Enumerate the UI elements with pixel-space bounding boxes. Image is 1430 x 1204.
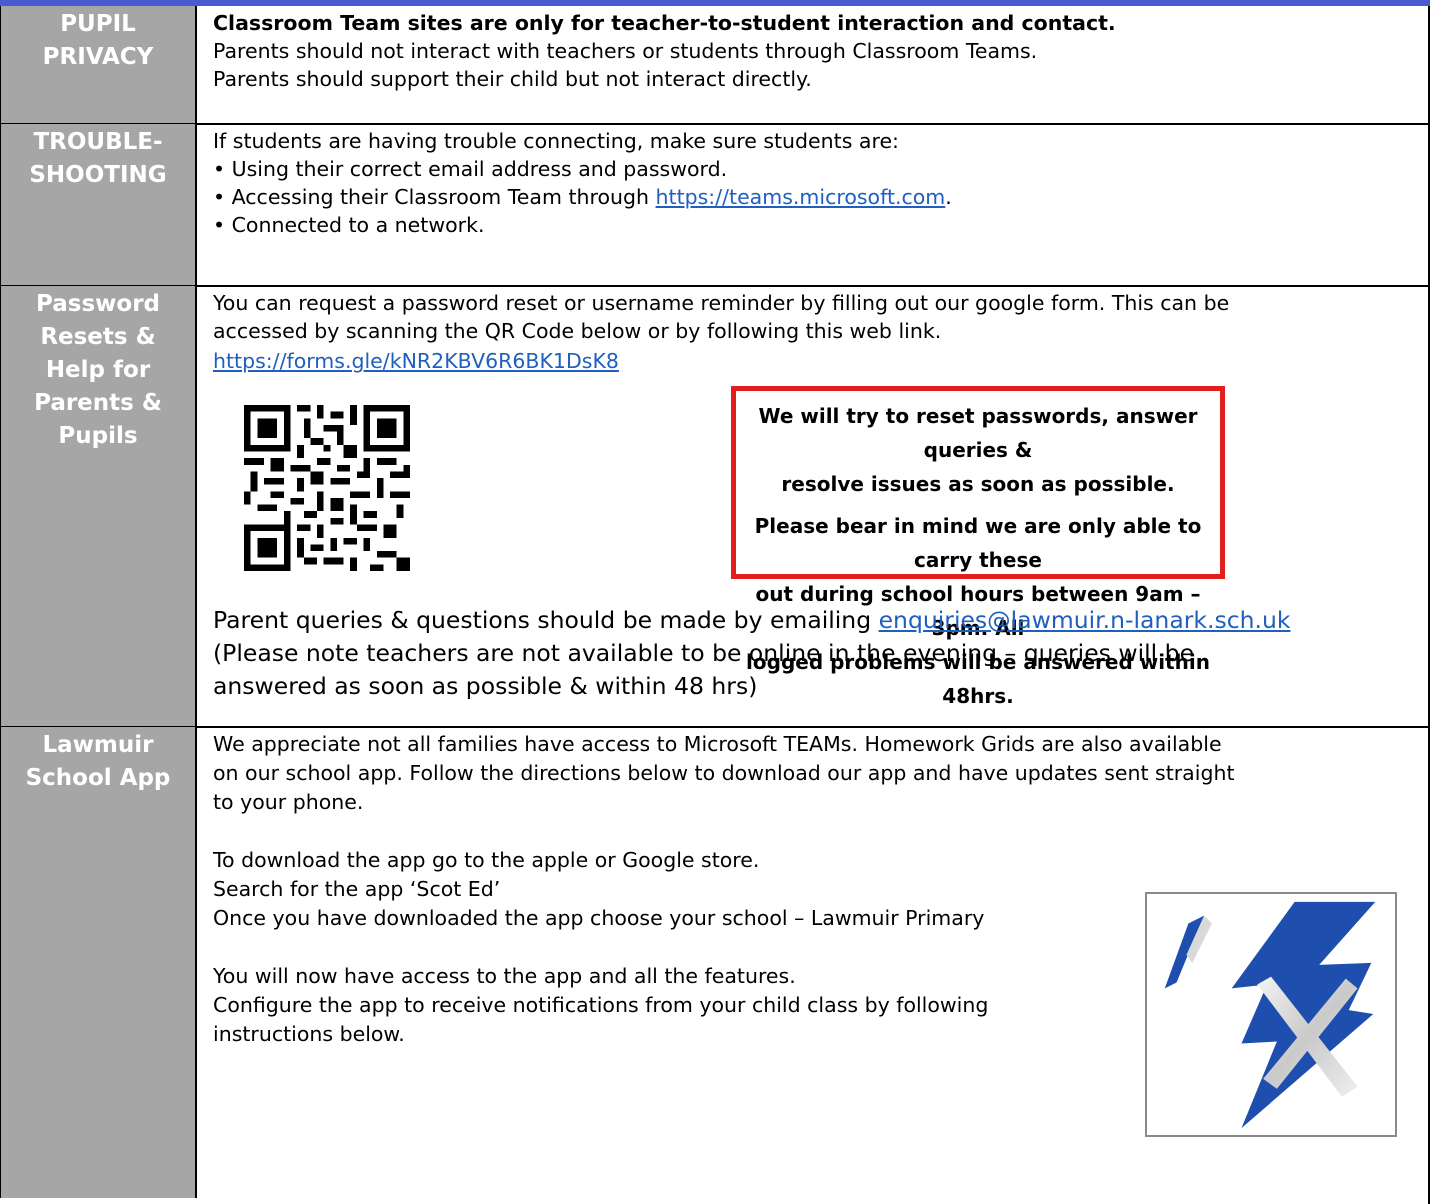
label-pupil-privacy: PUPIL PRIVACY <box>0 6 197 124</box>
scot-ed-logo-icon[interactable] <box>1145 892 1397 1137</box>
note-line: (Please note teachers are not available … <box>213 639 1195 667</box>
label-line: Help for <box>45 357 151 383</box>
info-table: PUPIL PRIVACY Classroom Team sites are o… <box>0 6 1430 1204</box>
app-line: to your phone. <box>213 790 364 814</box>
trouble-intro: If students are having trouble connectin… <box>213 129 899 153</box>
row-pupil-privacy: PUPIL PRIVACY Classroom Team sites are o… <box>0 6 1430 124</box>
trouble-bullet: • Connected to a network. <box>213 213 485 237</box>
label-line: PRIVACY <box>42 44 154 70</box>
label-line: Lawmuir <box>42 732 154 758</box>
label-line: School App <box>25 765 171 791</box>
app-line: We appreciate not all families have acce… <box>213 732 1222 756</box>
label-line: TROUBLE- <box>33 129 163 155</box>
troubleshooting-content: If students are having trouble connectin… <box>213 127 1420 239</box>
row-school-app: Lawmuir School App We appreciate not all… <box>0 727 1430 1198</box>
queries-line: Parent queries & questions should be mad… <box>213 604 1420 637</box>
app-line: on our school app. Follow the directions… <box>213 761 1235 785</box>
enquiries-email-link[interactable]: enquiries@lawmuir.n-lanark.sch.uk <box>879 606 1291 634</box>
privacy-line: Classroom Team sites are only for teache… <box>213 11 1116 35</box>
bullet-text: . <box>945 185 952 209</box>
queries-text: Parent queries & questions should be mad… <box>213 606 879 634</box>
support-hours-notice: We will try to reset passwords, answer q… <box>731 386 1225 708</box>
label-line: Parents & <box>34 390 162 416</box>
label-line: Resets & <box>40 324 156 350</box>
trouble-bullet: • Accessing their Classroom Team through… <box>213 183 1420 211</box>
notice-paragraph: We will try to reset passwords, answer q… <box>736 399 1220 501</box>
notice-line: Please bear in mind we are only able to … <box>754 514 1202 572</box>
notice-line: resolve issues as soon as possible. <box>781 472 1175 496</box>
notice-line: We will try to reset passwords, answer q… <box>758 404 1198 462</box>
row-troubleshooting: TROUBLE- SHOOTING If students are having… <box>0 124 1430 286</box>
password-line: You can request a password reset or user… <box>213 291 1230 315</box>
form-link-line: https://forms.gle/kNR2KBV6R6BK1DsK8 <box>213 347 1420 375</box>
form-link[interactable]: https://forms.gle/kNR2KBV6R6BK1DsK8 <box>213 349 619 373</box>
row-password-resets: Password Resets & Help for Parents & Pup… <box>0 286 1430 727</box>
password-line: accessed by scanning the QR Code below o… <box>213 319 942 343</box>
label-line: PUPIL <box>60 11 136 37</box>
bullet-text: • Accessing their Classroom Team through <box>213 185 656 209</box>
teams-link[interactable]: https://teams.microsoft.com <box>656 185 946 209</box>
trouble-bullet: • Using their correct email address and … <box>213 157 728 181</box>
note-line: answered as soon as possible & within 48… <box>213 672 758 700</box>
label-troubleshooting: TROUBLE- SHOOTING <box>0 124 197 286</box>
label-line: Password <box>36 291 160 317</box>
label-school-app: Lawmuir School App <box>0 727 197 1198</box>
app-line: To download the app go to the apple or G… <box>213 848 760 872</box>
label-line: Pupils <box>58 423 138 449</box>
privacy-content: Classroom Team sites are only for teache… <box>213 9 1420 93</box>
password-content: You can request a password reset or user… <box>213 289 1420 375</box>
privacy-line: Parents should support their child but n… <box>213 67 812 91</box>
privacy-line: Parents should not interact with teacher… <box>213 39 1038 63</box>
label-line: SHOOTING <box>29 162 167 188</box>
scot-ed-logo-graphic <box>1164 901 1376 1129</box>
parent-queries: Parent queries & questions should be mad… <box>213 604 1420 703</box>
label-password-resets: Password Resets & Help for Parents & Pup… <box>0 286 197 727</box>
qr-code-icon[interactable] <box>244 405 410 571</box>
